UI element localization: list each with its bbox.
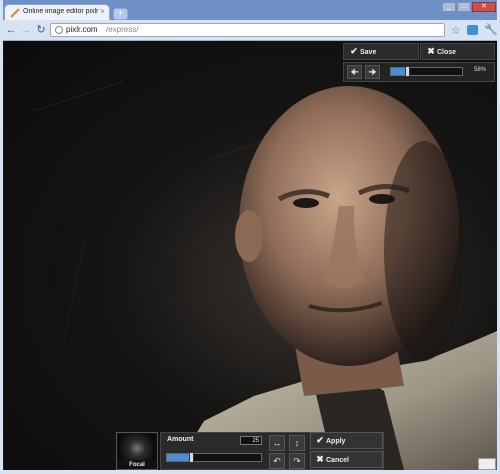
amount-slider-fill bbox=[167, 454, 191, 461]
resize-grip-icon[interactable] bbox=[478, 458, 496, 470]
check-icon: ✔ bbox=[316, 435, 324, 445]
flip-vertical-button[interactable]: ↕ bbox=[289, 435, 305, 451]
browser-chrome: Online image editor pixlr free × + _ □ ✕… bbox=[0, 0, 500, 41]
undo-button[interactable]: 🠈 bbox=[347, 65, 362, 79]
maximize-button[interactable]: □ bbox=[457, 2, 471, 12]
redo-button[interactable]: 🠊 bbox=[365, 65, 380, 79]
arrow-right-icon[interactable]: → bbox=[20, 24, 32, 36]
zoom-panel: 🠈 🠊 58% bbox=[343, 62, 495, 82]
close-icon: ✖ bbox=[427, 46, 435, 56]
close-window-button[interactable]: ✕ bbox=[472, 2, 496, 12]
preset-label: Focal bbox=[129, 462, 145, 468]
preset-preview bbox=[118, 434, 156, 460]
new-tab-button[interactable]: + bbox=[113, 8, 128, 20]
tab-title: Online image editor pixlr free bbox=[23, 8, 101, 15]
pencil-icon bbox=[10, 8, 20, 18]
page-icon bbox=[55, 26, 63, 34]
rotate-right-button[interactable]: ↷ bbox=[289, 453, 305, 469]
reload-icon[interactable]: ↻ bbox=[35, 24, 47, 36]
browser-toolbar: ← → ↻ pixlr.com /express/ bbox=[0, 20, 500, 40]
star-icon[interactable]: ☆ bbox=[451, 24, 461, 37]
close-button[interactable]: ✖ Close bbox=[420, 43, 495, 60]
extension-icon[interactable] bbox=[467, 25, 478, 35]
amount-input[interactable]: 25 bbox=[240, 436, 262, 445]
preset-thumbnail[interactable]: Focal bbox=[116, 432, 158, 470]
photo-canvas[interactable] bbox=[4, 41, 497, 470]
zoom-slider[interactable] bbox=[390, 66, 463, 77]
zoom-slider-handle[interactable] bbox=[404, 66, 410, 77]
zoom-percent: 58% bbox=[473, 67, 486, 73]
amount-label: Amount bbox=[167, 436, 194, 443]
flip-horizontal-button[interactable]: ↔ bbox=[269, 435, 285, 451]
url-path: /express/ bbox=[106, 25, 139, 34]
portrait-image bbox=[33, 80, 497, 470]
tab-close-icon[interactable]: × bbox=[100, 7, 105, 16]
cancel-button[interactable]: ✖ Cancel bbox=[310, 451, 383, 468]
browser-tab[interactable]: Online image editor pixlr free × bbox=[4, 4, 110, 20]
window-controls: _ □ ✕ bbox=[441, 2, 496, 12]
save-button[interactable]: ✔ Save bbox=[343, 43, 419, 60]
tab-strip: Online image editor pixlr free × + _ □ ✕ bbox=[0, 0, 500, 20]
adjustment-panel: Focal Amount 25 ↔ ↕ ↶ ↷ ✔ Apply ✖ Cancel bbox=[116, 432, 384, 470]
arrow-left-icon[interactable]: ← bbox=[5, 24, 17, 36]
rotate-left-button[interactable]: ↶ bbox=[269, 453, 285, 469]
check-icon: ✔ bbox=[350, 46, 358, 56]
apply-button[interactable]: ✔ Apply bbox=[310, 432, 383, 449]
address-bar[interactable]: pixlr.com /express/ bbox=[50, 23, 445, 37]
amount-slider[interactable] bbox=[166, 452, 262, 463]
url-host: pixlr.com bbox=[66, 25, 98, 34]
minimize-button[interactable]: _ bbox=[442, 2, 456, 12]
close-icon: ✖ bbox=[316, 454, 324, 464]
amount-slider-handle[interactable] bbox=[188, 452, 194, 463]
wrench-icon[interactable]: 🔧 bbox=[484, 23, 498, 36]
